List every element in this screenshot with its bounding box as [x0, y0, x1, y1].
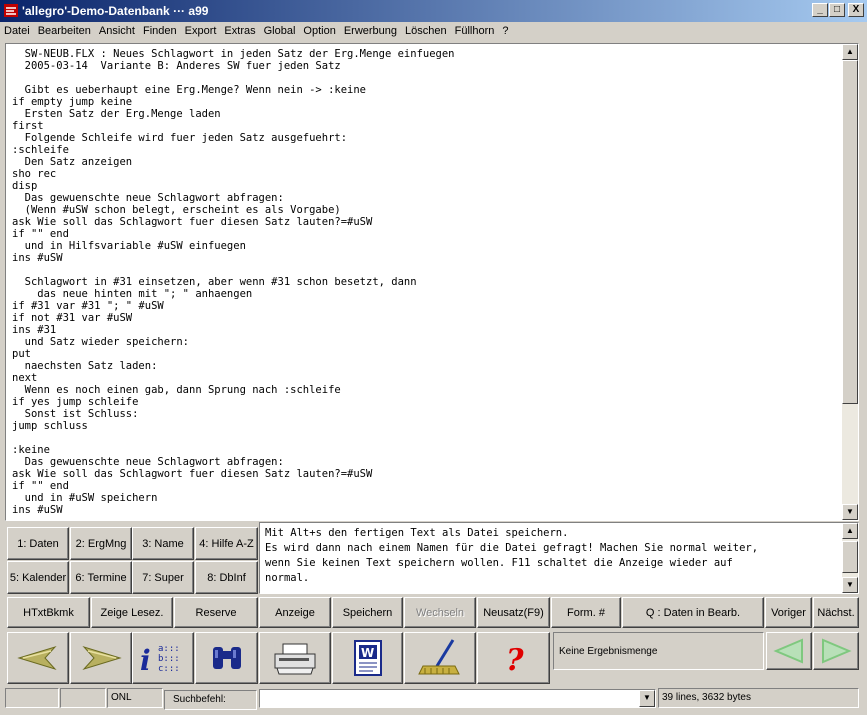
msg-scroll-up-icon[interactable]: ▲ — [842, 523, 858, 539]
neusatz-button[interactable]: Neusatz(F9) — [477, 597, 550, 628]
editor-scrollbar[interactable]: ▲ ▼ — [842, 44, 858, 520]
index-info-button[interactable]: i a::: b::: c::: — [132, 632, 194, 684]
menu-bearbeiten[interactable]: Bearbeiten — [34, 22, 95, 37]
menu-export[interactable]: Export — [181, 22, 221, 37]
search-combobox[interactable]: ▼ — [259, 689, 656, 708]
back-arrow-icon — [17, 645, 57, 671]
form-button[interactable]: Form. # — [551, 597, 621, 628]
svg-text:i: i — [140, 644, 151, 676]
ergmng-button[interactable]: 2: ErgMng — [70, 527, 132, 560]
message-area[interactable]: Mit Alt+s den fertigen Text als Datei sp… — [259, 522, 859, 594]
info-abc-icon: i a::: b::: c::: — [140, 644, 180, 676]
app-icon — [4, 4, 18, 17]
zeige-lesez-button[interactable]: Zeige Lesez. — [91, 597, 173, 628]
forward-arrow-icon — [82, 645, 122, 671]
help-button[interactable]: ? — [477, 632, 550, 684]
print-button[interactable] — [259, 632, 331, 684]
message-text: Mit Alt+s den fertigen Text als Datei sp… — [265, 527, 759, 584]
forward-arrow-button[interactable] — [70, 632, 132, 684]
message-scrollbar[interactable]: ▲ ▼ — [842, 523, 858, 593]
svg-text:a:::: a::: — [158, 644, 180, 654]
anzeige-button[interactable]: Anzeige — [259, 597, 331, 628]
menu-loeschen[interactable]: Löschen — [401, 22, 451, 37]
menu-extras[interactable]: Extras — [220, 22, 259, 37]
title-bar[interactable]: 'allegro'-Demo-Datenbank ··· a99 _ □ X — [0, 0, 867, 22]
chevron-down-icon[interactable]: ▼ — [639, 690, 655, 707]
svg-text:b:::: b::: — [158, 654, 180, 664]
super-button[interactable]: 7: Super — [132, 561, 194, 594]
kalender-button[interactable]: 5: Kalender — [7, 561, 69, 594]
menu-help[interactable]: ? — [498, 22, 512, 37]
back-arrow-button[interactable] — [7, 632, 69, 684]
scroll-up-icon[interactable]: ▲ — [842, 44, 858, 60]
window-title: 'allegro'-Demo-Datenbank ··· a99 — [22, 4, 209, 18]
maximize-button[interactable]: □ — [829, 3, 845, 17]
naechst-button[interactable]: Nächst. — [813, 597, 859, 628]
scroll-down-icon[interactable]: ▼ — [842, 504, 858, 520]
svg-text:W: W — [361, 646, 374, 660]
voriger-button[interactable]: Voriger — [765, 597, 812, 628]
arrow-left-icon — [773, 638, 803, 664]
hilfe-az-button[interactable]: 4: Hilfe A-Z — [195, 527, 258, 560]
name-button[interactable]: 3: Name — [132, 527, 194, 560]
msg-scroll-thumb[interactable] — [842, 541, 858, 573]
file-info: 39 lines, 3632 bytes — [658, 688, 859, 708]
word-document-icon: W — [353, 640, 382, 676]
broom-button[interactable] — [404, 632, 476, 684]
minimize-button[interactable]: _ — [812, 3, 828, 17]
text-editor[interactable]: SW-NEUB.FLX : Neues Schlagwort in jeden … — [5, 43, 859, 521]
status-cell-1 — [5, 688, 59, 708]
menu-global[interactable]: Global — [260, 22, 300, 37]
menu-option[interactable]: Option — [299, 22, 339, 37]
termine-button[interactable]: 6: Termine — [70, 561, 132, 594]
status-cell-2 — [60, 688, 106, 708]
speichern-button[interactable]: Speichern — [332, 597, 403, 628]
question-mark-icon: ? — [506, 643, 524, 677]
close-button[interactable]: X — [848, 3, 864, 17]
arrow-right-icon — [822, 638, 852, 664]
broom-icon — [418, 639, 460, 675]
daten-in-bearb-button[interactable]: Q : Daten in Bearb. — [622, 597, 764, 628]
menu-bar: Datei Bearbeiten Ansicht Finden Export Extras… — [0, 22, 867, 41]
search-label: Suchbefehl: — [164, 690, 257, 710]
menu-datei[interactable]: Datei — [0, 22, 34, 37]
svg-text:?: ? — [506, 643, 524, 677]
result-status: Keine Ergebnismenge — [553, 632, 764, 670]
svg-text:c:::: c::: — [158, 664, 180, 674]
wechseln-button[interactable]: Wechseln — [404, 597, 476, 628]
binoculars-button[interactable] — [195, 632, 258, 684]
previous-record-button[interactable] — [766, 632, 812, 670]
daten-button[interactable]: 1: Daten — [7, 527, 69, 560]
binoculars-icon — [212, 647, 241, 669]
reserve-button[interactable]: Reserve — [174, 597, 258, 628]
menu-fuellhorn[interactable]: Füllhorn — [451, 22, 499, 37]
htxtbkmk-button[interactable]: HTxtBkmk — [7, 597, 90, 628]
menu-erwerbung[interactable]: Erwerbung — [340, 22, 401, 37]
menu-finden[interactable]: Finden — [139, 22, 181, 37]
printer-icon — [274, 643, 316, 675]
editor-text[interactable]: SW-NEUB.FLX : Neues Schlagwort in jeden … — [6, 44, 842, 518]
menu-ansicht[interactable]: Ansicht — [95, 22, 139, 37]
dbinf-button[interactable]: 8: DbInf — [195, 561, 258, 594]
scroll-thumb[interactable] — [842, 60, 858, 404]
next-record-button[interactable] — [813, 632, 859, 670]
word-export-button[interactable]: W — [332, 632, 403, 684]
mode-indicator: ONL — [107, 688, 163, 708]
msg-scroll-down-icon[interactable]: ▼ — [842, 577, 858, 593]
